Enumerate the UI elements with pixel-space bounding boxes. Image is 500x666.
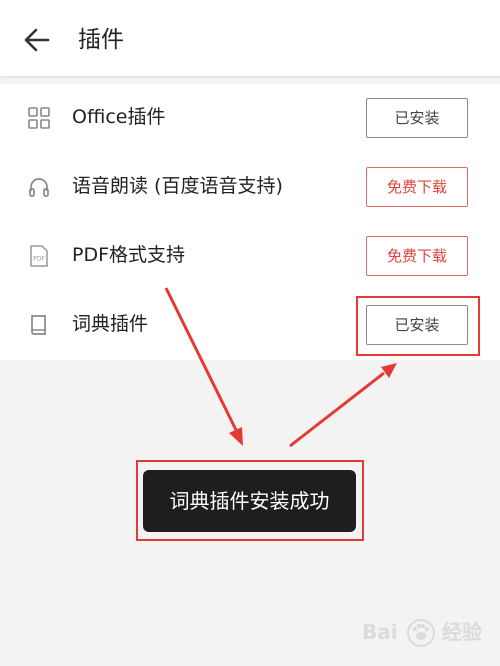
book-icon — [31, 315, 46, 335]
list-item-office: Office插件 已安装 — [0, 84, 500, 153]
annotation-arrowhead-up — [381, 363, 397, 378]
annotation-highlight-button — [356, 296, 480, 356]
plugin-label: PDF格式支持 — [72, 244, 186, 266]
back-button[interactable] — [22, 26, 52, 54]
plugin-label: 词典插件 — [72, 313, 149, 335]
free-download-button[interactable]: 免费下载 — [366, 167, 468, 207]
plugin-label: 语音朗读 (百度语音支持) — [72, 175, 283, 197]
watermark-text-right: 经验 — [442, 620, 482, 644]
annotation-highlight-toast — [136, 460, 364, 541]
plugin-label: Office插件 — [72, 106, 166, 128]
free-download-button[interactable]: 免费下载 — [366, 236, 468, 276]
annotation-arrow-up — [289, 371, 385, 448]
paw-icon — [407, 619, 435, 647]
annotation-arrowhead-down — [229, 427, 243, 446]
list-item-voice-reading: 语音朗读 (百度语音支持) 免费下载 — [0, 153, 500, 222]
watermark-text-left: Bai — [362, 620, 398, 644]
office-icon — [28, 107, 50, 129]
page-title: 插件 — [78, 27, 124, 53]
baidu-watermark: Bai 经验 — [362, 616, 494, 656]
pdf-icon: PDF — [30, 245, 48, 267]
app-header: 插件 — [0, 0, 500, 76]
arrow-left-icon — [24, 28, 50, 52]
headphones-icon — [29, 178, 49, 197]
list-item-pdf-support: PDF PDF格式支持 免费下载 — [0, 222, 500, 291]
installed-button[interactable]: 已安装 — [366, 98, 468, 138]
pdf-icon-text: PDF — [33, 256, 45, 263]
